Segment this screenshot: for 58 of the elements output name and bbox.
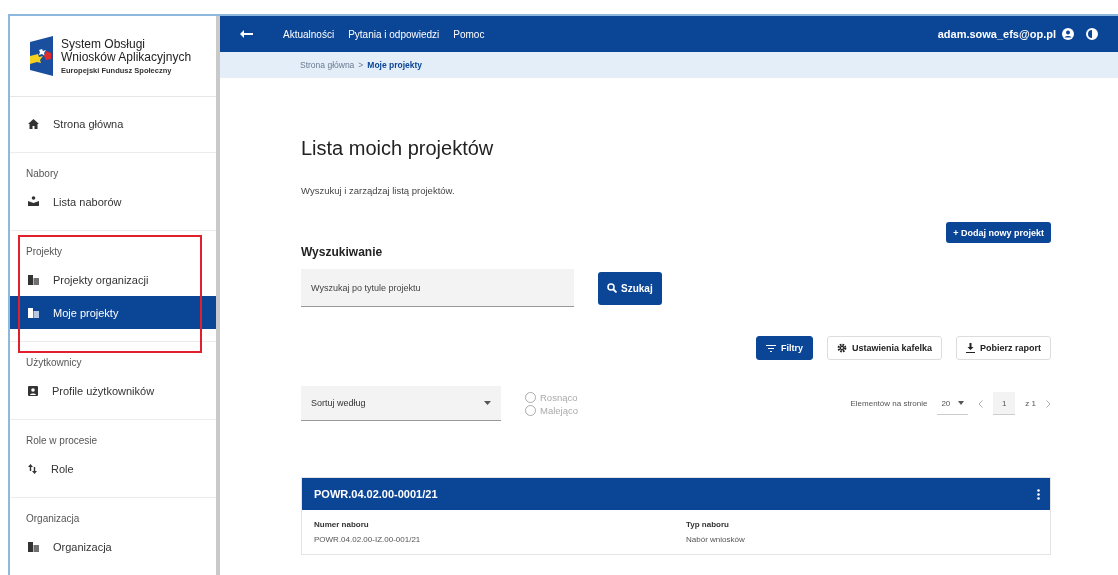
nav-section-label: Projekty xyxy=(25,245,64,259)
nav-section-label: Role w procesie xyxy=(25,434,99,448)
page-size-label: Elementów na stronie xyxy=(850,399,928,408)
field-label: Typ naboru xyxy=(686,520,730,529)
nav-link[interactable]: Aktualności xyxy=(283,28,335,40)
nav-link[interactable]: Pomoc xyxy=(453,28,485,40)
home-icon xyxy=(28,118,39,129)
page-size-select[interactable]: 20 xyxy=(937,392,969,415)
app-title: System Obsługi xyxy=(61,37,146,51)
breadcrumb-link[interactable]: Strona główna xyxy=(300,60,355,70)
arrows-icon xyxy=(28,463,37,474)
gear-icon xyxy=(836,343,847,353)
nav-item[interactable]: Moje projekty xyxy=(10,296,216,329)
add-project-button[interactable]: + Dodaj nowy projekt xyxy=(946,222,1051,243)
user-icon[interactable] xyxy=(1062,28,1074,40)
search-field[interactable]: Wyszukaj po tytule projektu xyxy=(301,269,574,307)
building-icon xyxy=(28,274,39,285)
building-icon xyxy=(28,541,39,552)
app-title: Wniosków Aplikacyjnych xyxy=(61,50,192,64)
back-arrow-icon[interactable] xyxy=(240,30,253,38)
flag-logo-icon xyxy=(30,36,53,76)
page-total: z 1 xyxy=(1025,399,1036,408)
search-icon xyxy=(607,283,617,293)
more-vertical-icon[interactable] xyxy=(1037,488,1040,500)
nav-section-label: Nabory xyxy=(25,167,60,181)
nav-item[interactable]: Organizacja xyxy=(10,530,216,563)
nav-item[interactable]: Strona główna xyxy=(10,107,216,140)
search-button[interactable]: Szukaj xyxy=(598,271,662,305)
building-icon xyxy=(28,307,39,318)
filter-icon xyxy=(765,344,776,352)
page-subtitle: Wyszukuj i zarządzaj listą projektów. xyxy=(301,185,456,196)
box-icon xyxy=(28,196,39,207)
breadcrumb-separator: > xyxy=(358,60,364,70)
nav-item[interactable]: Profile użytkowników xyxy=(10,374,216,407)
toolbar-button[interactable]: Pobierz raport xyxy=(956,336,1051,360)
page-title: Lista moich projektów xyxy=(301,136,495,161)
field-label: Numer naboru xyxy=(314,520,370,529)
page-number-field[interactable]: 1 xyxy=(993,392,1016,415)
contrast-icon[interactable] xyxy=(1086,28,1098,40)
download-icon xyxy=(966,343,975,353)
caret-icon xyxy=(484,401,491,405)
sort-select[interactable]: Sortuj według xyxy=(301,386,501,421)
field-value: POWR.04.02.00-IZ.00-001/21 xyxy=(314,535,422,544)
toolbar-button[interactable]: Ustawienia kafelka xyxy=(826,336,942,360)
nav-section-label: Organizacja xyxy=(25,512,81,526)
search-heading: Wyszukiwanie xyxy=(301,245,384,259)
caret-icon xyxy=(958,401,965,405)
nav-item[interactable]: Role xyxy=(10,452,216,485)
toolbar-button[interactable]: Filtry xyxy=(755,336,813,360)
breadcrumb-link[interactable]: Moje projekty xyxy=(367,60,423,70)
nav-item[interactable]: Lista naborów xyxy=(10,185,216,218)
project-number: POWR.04.02.00-0001/21 xyxy=(314,488,438,500)
person-card-icon xyxy=(28,385,38,396)
nav-link[interactable]: Pytania i odpowiedzi xyxy=(348,28,440,40)
field-value: Nabór wniosków xyxy=(686,535,746,544)
nav-item[interactable]: Projekty organizacji xyxy=(10,263,216,296)
user-email: adam.sowa_efs@op.pl xyxy=(937,28,1056,40)
nav-section-label: Użytkownicy xyxy=(25,356,83,370)
